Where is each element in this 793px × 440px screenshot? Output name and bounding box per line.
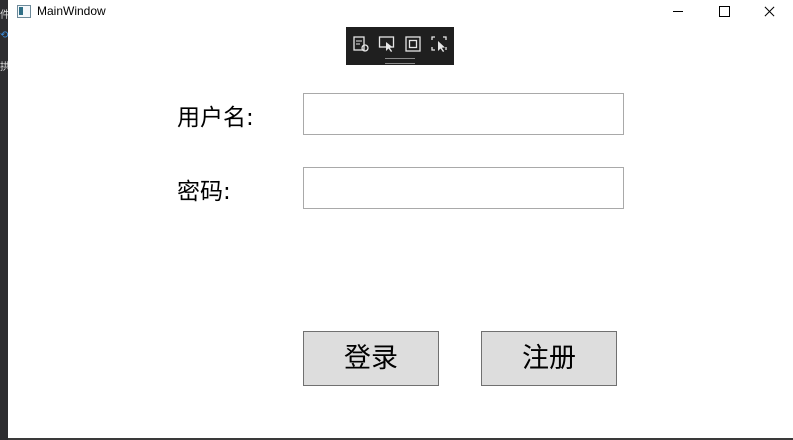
background-ide-strip: 件 ⟲ 拱	[0, 0, 10, 440]
username-input[interactable]	[303, 93, 624, 135]
select-element-icon[interactable]	[378, 35, 396, 53]
display-layout-adorners-icon[interactable]	[404, 35, 422, 53]
live-visual-tree-icon[interactable]	[352, 35, 370, 53]
register-button[interactable]: 注册	[481, 331, 617, 386]
password-input[interactable]	[303, 167, 624, 209]
title-bar[interactable]: MainWindow	[8, 0, 793, 24]
minimize-button[interactable]	[655, 0, 701, 24]
username-label: 用户名:	[177, 105, 254, 131]
close-button[interactable]	[747, 0, 793, 24]
toolbar-grip[interactable]	[385, 58, 415, 64]
window-title: MainWindow	[37, 4, 106, 18]
track-focus-icon[interactable]	[430, 35, 448, 53]
xaml-debug-toolbar	[346, 27, 454, 65]
maximize-button[interactable]	[701, 0, 747, 24]
login-button[interactable]: 登录	[303, 331, 439, 386]
app-icon	[17, 5, 31, 18]
main-window: MainWindow 用户名: 密码: 登录 注册	[8, 0, 793, 440]
password-label: 密码:	[177, 179, 231, 205]
